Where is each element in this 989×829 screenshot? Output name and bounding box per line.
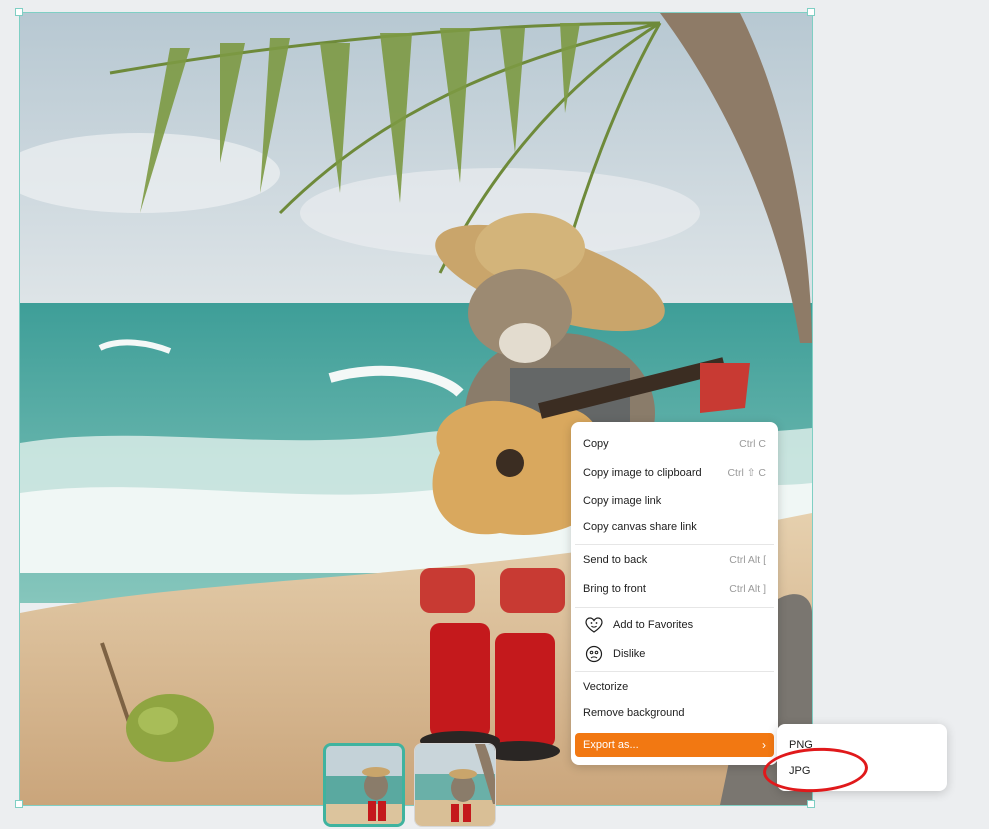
export-option-jpg[interactable]: JPG — [781, 759, 943, 783]
menu-item-label: Vectorize — [583, 681, 629, 693]
menu-item-label: Export as... — [583, 739, 639, 751]
menu-item-bring-to-front[interactable]: Bring to front Ctrl Alt ] — [575, 577, 774, 601]
resize-handle-bottom-left[interactable] — [15, 800, 23, 808]
menu-item-label: Dislike — [613, 648, 646, 660]
menu-item-shortcut: Ctrl ⇧ C — [727, 467, 766, 479]
variation-thumbnail-1[interactable] — [323, 743, 405, 827]
menu-item-shortcut: Ctrl Alt ] — [729, 583, 766, 595]
context-menu: Copy Ctrl C Copy image to clipboard Ctrl… — [571, 422, 778, 765]
menu-item-dislike[interactable]: Dislike — [575, 642, 774, 666]
menu-item-label: Copy image to clipboard — [583, 467, 702, 479]
variation-thumbnail-2[interactable] — [414, 743, 496, 827]
menu-item-add-to-favorites[interactable]: Add to Favorites — [575, 613, 774, 637]
menu-item-label: Send to back — [583, 554, 648, 566]
menu-divider — [575, 671, 774, 672]
menu-item-send-to-back[interactable]: Send to back Ctrl Alt [ — [575, 548, 774, 572]
resize-handle-top-left[interactable] — [15, 8, 23, 16]
menu-item-copy[interactable]: Copy Ctrl C — [575, 432, 774, 456]
frown-face-icon — [583, 643, 605, 665]
menu-item-export-as[interactable]: Export as... › — [575, 733, 774, 757]
thumbnail-image — [326, 746, 402, 824]
menu-item-label: Copy — [583, 438, 609, 450]
resize-handle-bottom-right[interactable] — [807, 800, 815, 808]
menu-item-label: Remove background — [583, 707, 685, 719]
menu-item-label: PNG — [789, 739, 813, 751]
menu-item-remove-background[interactable]: Remove background — [575, 701, 774, 725]
menu-item-label: JPG — [789, 765, 811, 777]
export-submenu: PNG JPG — [777, 724, 947, 791]
menu-item-label: Copy canvas share link — [583, 521, 697, 533]
menu-item-label: Bring to front — [583, 583, 646, 595]
menu-item-label: Add to Favorites — [613, 619, 694, 631]
menu-item-shortcut: Ctrl Alt [ — [729, 554, 766, 566]
menu-item-copy-canvas-link[interactable]: Copy canvas share link — [575, 515, 774, 539]
menu-divider — [575, 607, 774, 608]
heart-face-icon — [583, 614, 605, 636]
export-option-png[interactable]: PNG — [781, 733, 943, 757]
menu-divider — [575, 544, 774, 545]
menu-item-label: Copy image link — [583, 495, 662, 507]
menu-item-vectorize[interactable]: Vectorize — [575, 675, 774, 699]
menu-item-shortcut: Ctrl C — [739, 438, 766, 450]
chevron-right-icon: › — [762, 738, 766, 752]
resize-handle-top-right[interactable] — [807, 8, 815, 16]
menu-item-copy-image[interactable]: Copy image to clipboard Ctrl ⇧ C — [575, 461, 774, 485]
menu-item-copy-image-link[interactable]: Copy image link — [575, 489, 774, 513]
thumbnail-image — [415, 744, 495, 826]
